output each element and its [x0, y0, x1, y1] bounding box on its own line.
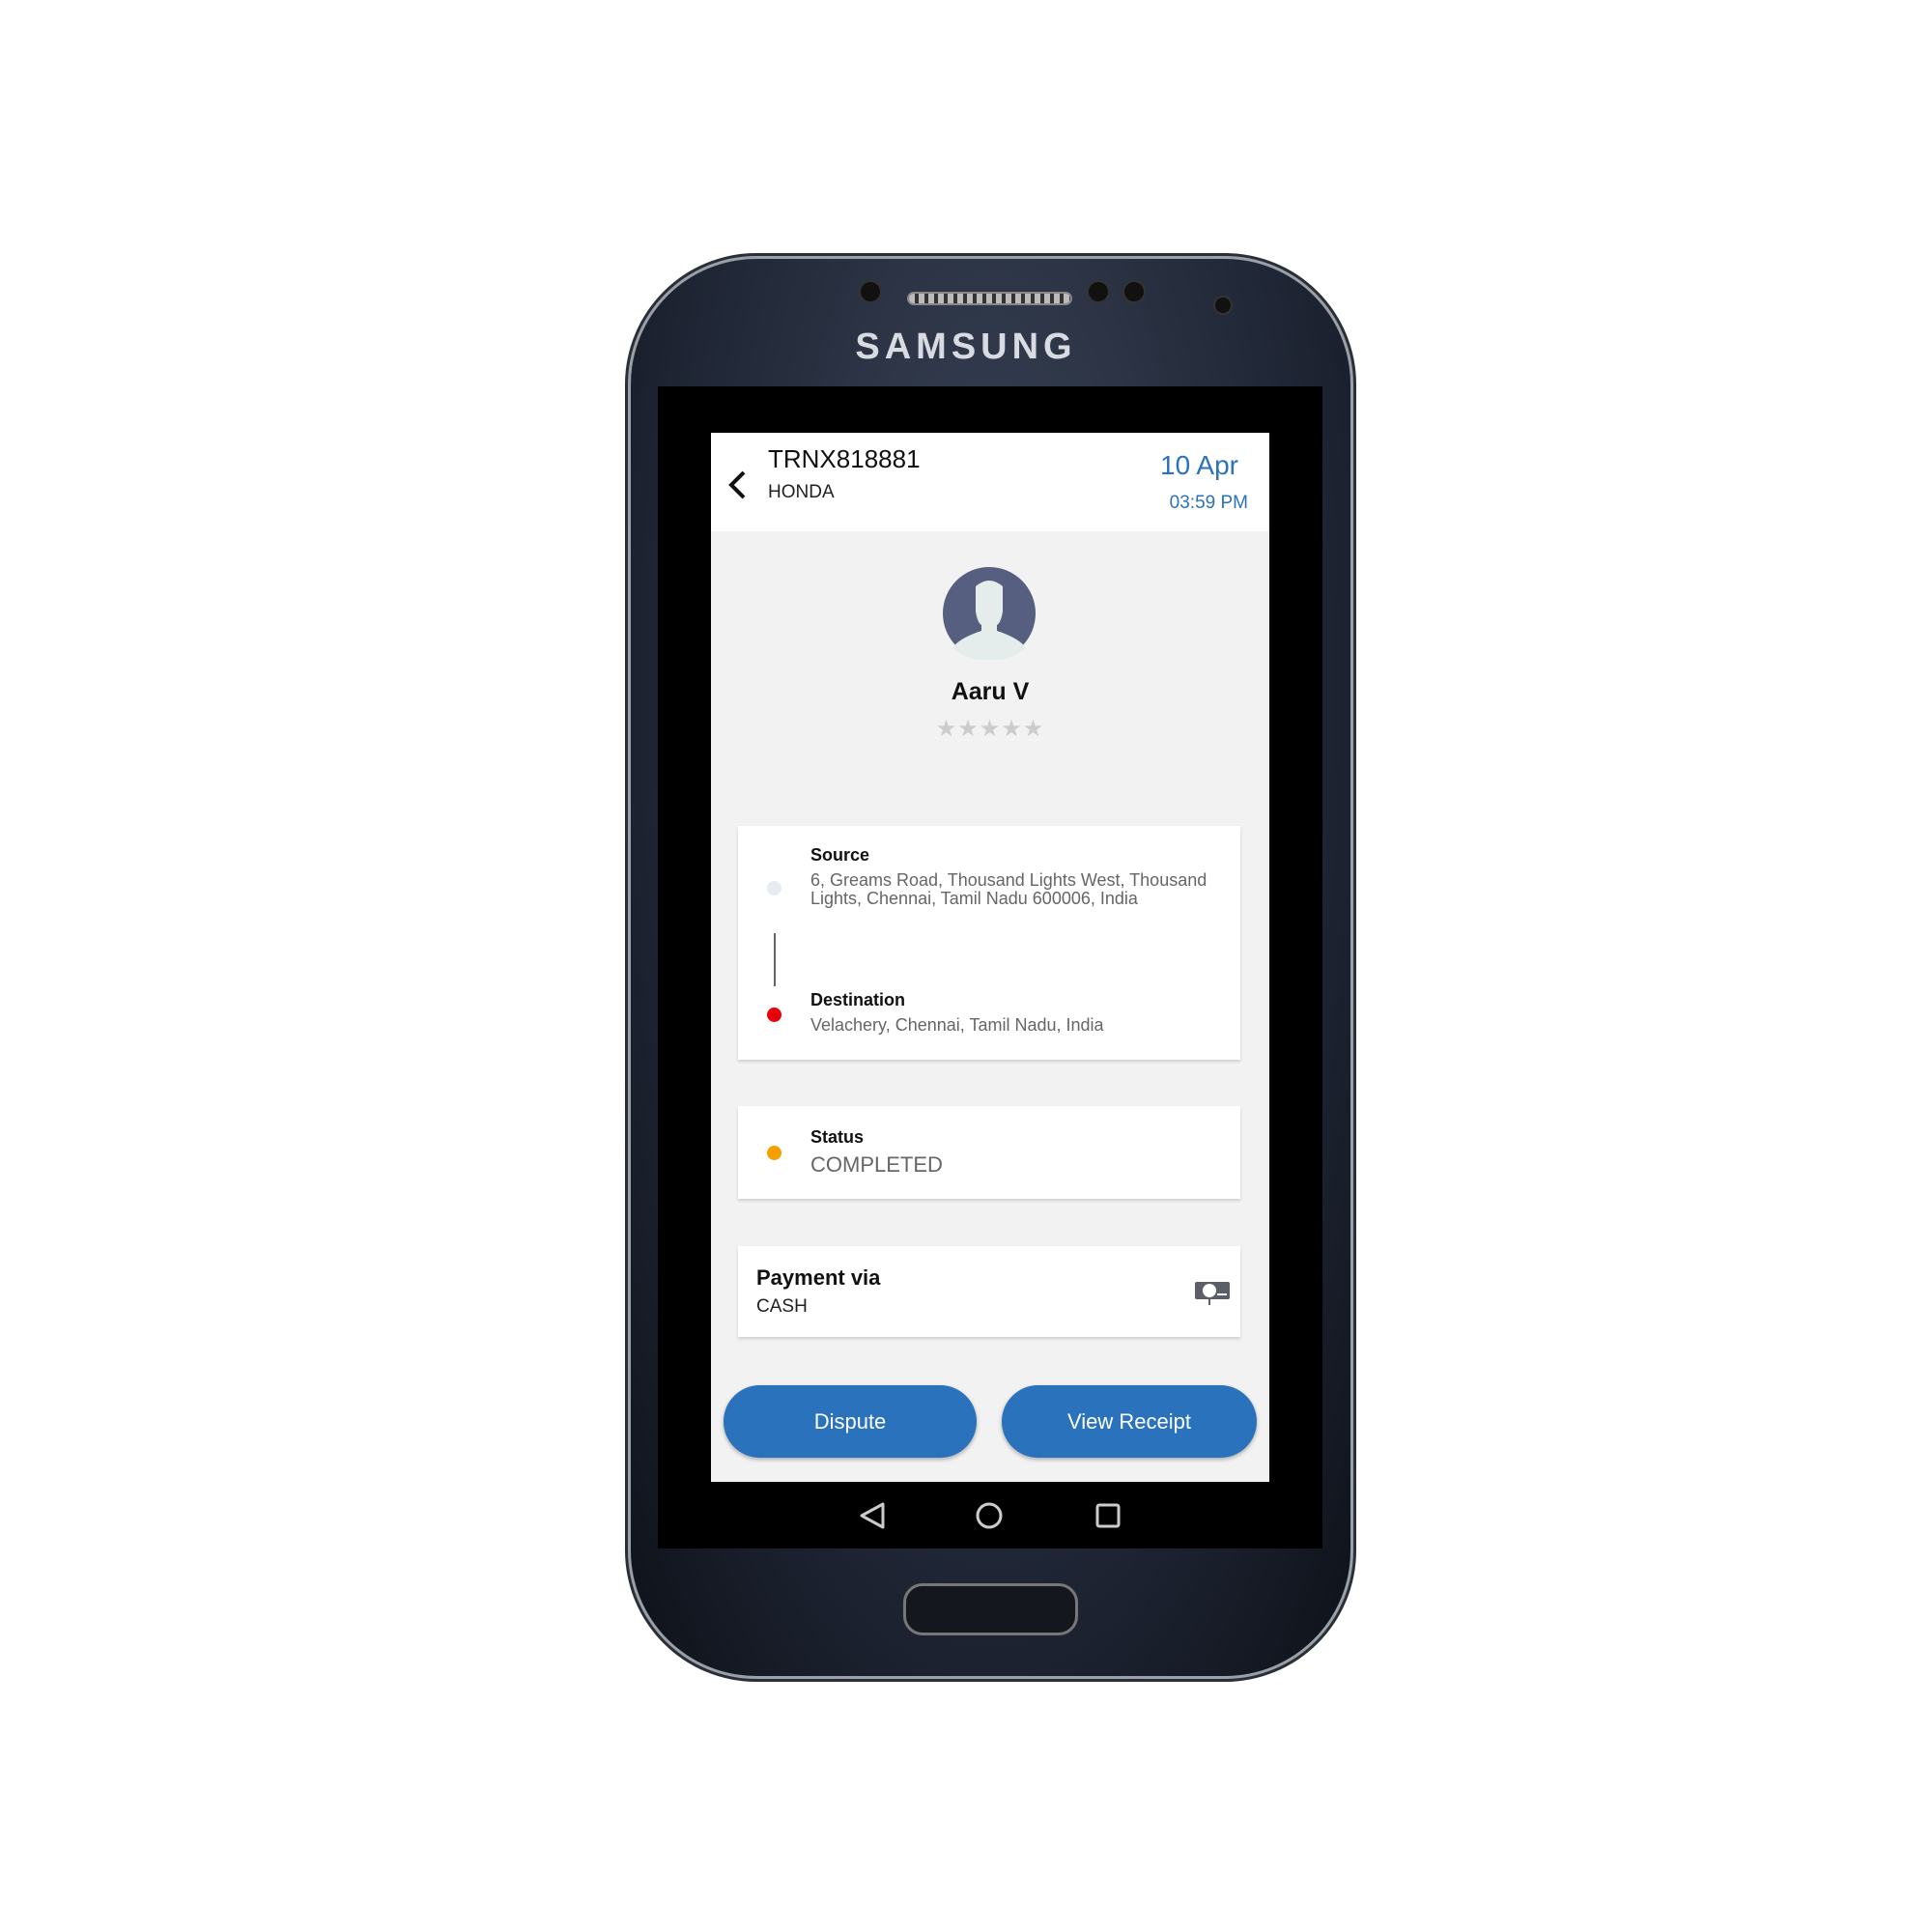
- nav-home-icon[interactable]: [976, 1502, 1003, 1529]
- nav-recents-icon[interactable]: [1095, 1503, 1121, 1528]
- status-value: COMPLETED: [810, 1152, 943, 1177]
- star-icon: ★: [979, 716, 1002, 742]
- earpiece-speaker: [907, 292, 1072, 305]
- star-icon: ★: [1022, 716, 1045, 742]
- brand-logo: SAMSUNG: [855, 327, 1077, 367]
- trip-time: 03:59 PM: [1169, 493, 1248, 513]
- sensor: [1122, 280, 1146, 303]
- payment-card: Payment via CASH: [738, 1246, 1240, 1337]
- star-icon: ★: [1001, 716, 1023, 742]
- avatar: [943, 567, 1036, 660]
- payment-label: Payment via: [756, 1265, 881, 1290]
- status-dot-icon: [767, 1146, 781, 1160]
- transaction-id: TRNX818881: [768, 444, 921, 473]
- source-address: 6, Greams Road, Thousand Lights West, Th…: [810, 870, 1208, 908]
- nav-bar: [860, 1502, 1121, 1529]
- chevron-left-icon[interactable]: [726, 469, 750, 500]
- destination-dot-icon: [767, 1008, 781, 1022]
- rating-stars: ★★★★★: [711, 715, 1269, 743]
- view-receipt-button[interactable]: View Receipt: [1002, 1385, 1257, 1458]
- star-icon: ★: [957, 716, 980, 742]
- dispute-button[interactable]: Dispute: [724, 1385, 977, 1458]
- source-dot-icon: [767, 881, 781, 895]
- header: TRNX818881 HONDA 10 Apr 03:59 PM: [711, 433, 1269, 531]
- cash-icon: [1195, 1282, 1230, 1305]
- status-label: Status: [810, 1127, 865, 1147]
- star-icon: ★: [935, 716, 958, 742]
- route-card: Source 6, Greams Road, Thousand Lights W…: [738, 826, 1240, 1060]
- sensor: [1087, 280, 1110, 303]
- destination-label: Destination: [810, 990, 906, 1009]
- front-camera: [1213, 296, 1233, 315]
- vehicle-name: HONDA: [768, 482, 835, 502]
- nav-back-icon[interactable]: [860, 1502, 885, 1529]
- source-label: Source: [810, 845, 870, 865]
- trip-date: 10 Apr: [1160, 450, 1238, 480]
- home-button[interactable]: [903, 1583, 1078, 1635]
- destination-address: Velachery, Chennai, Tamil Nadu, India: [810, 1015, 1104, 1035]
- payment-method: CASH: [756, 1296, 808, 1317]
- driver-name: Aaru V: [951, 678, 1030, 705]
- route-line: [774, 933, 776, 986]
- sensor: [859, 280, 882, 303]
- app-screen: TRNX818881 HONDA 10 Apr 03:59 PM Aaru V …: [711, 433, 1269, 1482]
- status-card: Status COMPLETED: [738, 1106, 1240, 1199]
